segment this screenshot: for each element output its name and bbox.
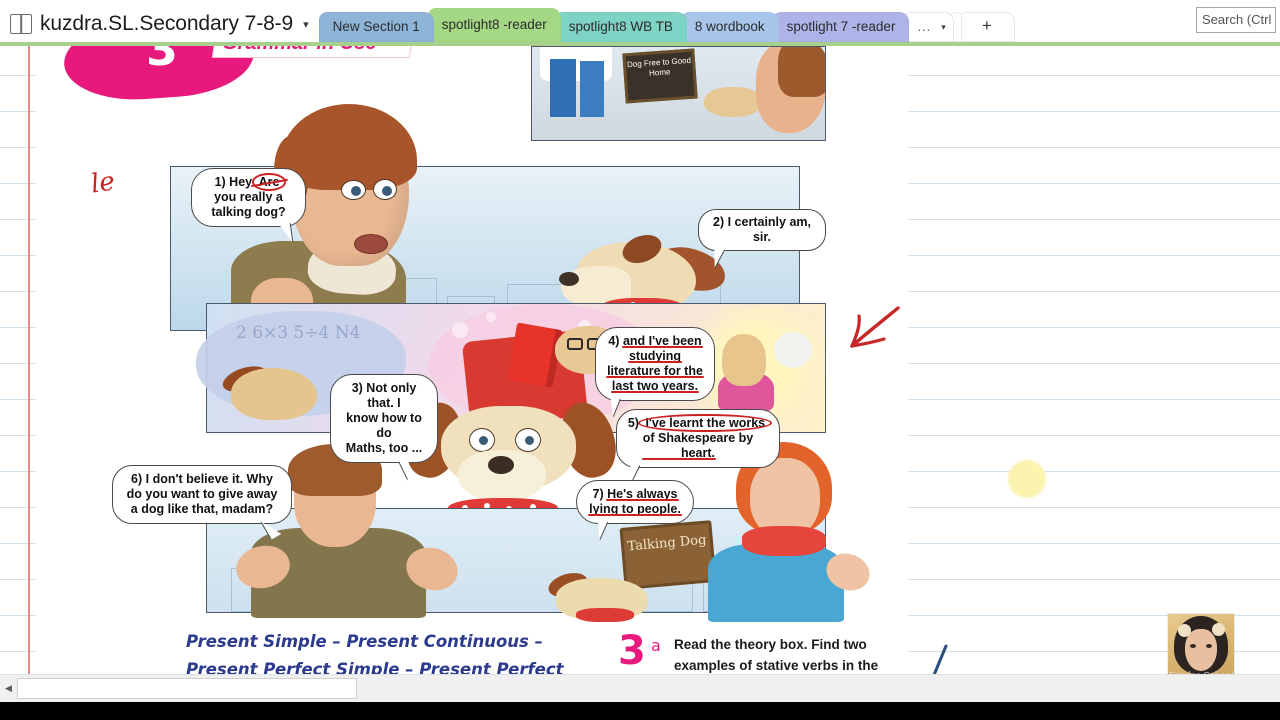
bubble-6-line3: a dog like that, madam?	[130, 502, 274, 516]
boy-pupil-right	[382, 186, 392, 196]
speech-bubble-7: 7) He's always lying to people.	[576, 480, 694, 540]
bubble-3-line3: Maths, too ...	[345, 441, 423, 455]
tab-8-wordbook[interactable]: 8 wordbook	[680, 12, 779, 42]
red-arrow-annotation	[850, 306, 900, 348]
speech-bubble-2: 2) I certainly am, sir.	[698, 209, 826, 268]
exercise-3-letter: a	[651, 636, 661, 655]
bubble-2-num: 2)	[713, 215, 725, 229]
bubble-5-line2: of Shakespeare by heart.	[642, 431, 754, 460]
inset-man-hair	[778, 47, 825, 97]
new-section-button[interactable]: +	[958, 12, 1015, 42]
bubble-7-num: 7)	[592, 487, 604, 501]
comic-panel-inset: Dog Free to Good Home	[531, 46, 826, 141]
inset-sign-board: Dog Free to Good Home	[622, 48, 698, 104]
tab-bar-spacer	[1014, 0, 1196, 42]
bubble-4-line1: and I've been	[622, 334, 702, 348]
textbook-page-image[interactable]: 3 Grammar in Use le	[36, 46, 948, 674]
inset-leg-left	[550, 59, 576, 117]
bubble-6-num: 6)	[131, 472, 143, 486]
inset-leg-right	[580, 61, 604, 117]
notebook-icon	[10, 14, 32, 34]
bubble-4-num: 4)	[608, 334, 620, 348]
exercise-3-number: 3	[618, 628, 646, 674]
skull-prop	[774, 332, 812, 368]
bubble-2-text: I certainly am, sir.	[727, 215, 811, 244]
bubble-4-line4: last two years.	[611, 379, 699, 393]
avatar-eye-left	[1190, 644, 1196, 648]
bubble-5-line1: I've learnt the works	[638, 414, 772, 432]
tab-new-section-1[interactable]: New Section 1	[318, 12, 434, 42]
more-sections-button[interactable]: ... ▾	[903, 12, 954, 42]
bubble-4-line3: literature for the	[607, 364, 703, 378]
page-canvas[interactable]: 3 Grammar in Use le	[0, 46, 1280, 674]
bubble-6-line1: I don't believe it. Why	[145, 472, 273, 486]
bubble-3-num: 3)	[351, 381, 363, 395]
section-tabs: New Section 1 spotlight8 -reader spotlig…	[318, 0, 1015, 42]
speech-bubble-6: 6) I don't believe it. Why do you want t…	[112, 465, 292, 540]
grammar-section-title: Present Simple – Present Continuous – Pr…	[186, 628, 586, 674]
bubble-4-line2: studying	[628, 349, 682, 363]
scroll-left-arrow-icon[interactable]: ◀	[0, 676, 17, 702]
handwritten-note-left: le	[89, 166, 117, 200]
bubble-3-line2: know how to do	[346, 411, 422, 440]
boy-pupil-left	[351, 186, 361, 196]
dog2-maths	[231, 368, 317, 420]
highlight-dot	[1008, 460, 1046, 498]
boy-mouth	[354, 234, 388, 254]
tab-bar: kuzdra.SL.Secondary 7-8-9 ▾ New Section …	[0, 0, 1280, 46]
blue-arrow-annotation	[932, 644, 948, 674]
puppy-actor	[722, 334, 766, 386]
tab-spotlight7-reader[interactable]: spotlight 7 -reader	[772, 12, 910, 42]
bubble-3-line1: Not only that. I	[366, 381, 417, 410]
bubble-6-line2: do you want to give away	[126, 487, 278, 501]
bubble-1-line2: you really a	[214, 190, 283, 204]
avatar[interactable]: Kuzdra School	[1168, 614, 1234, 674]
bigdog-nose	[488, 456, 514, 474]
search-input[interactable]: Search (Ctrl	[1196, 7, 1276, 33]
dog1-nose	[559, 272, 579, 286]
bubble-1-circled-word: Are	[251, 173, 287, 191]
exercise-3-text: Read the theory box. Find two examples o…	[674, 637, 879, 673]
bubble-5-num: 5)	[627, 416, 639, 430]
horizontal-scrollbar[interactable]: ◀	[0, 674, 1280, 702]
avatar-flower-left	[1178, 624, 1191, 637]
unit-number: 3	[146, 46, 179, 76]
talking-dog-sign: Talking Dog	[619, 520, 717, 590]
scrollbar-thumb[interactable]	[17, 678, 357, 699]
bubble-1-num: 1)	[214, 175, 226, 189]
speech-bubble-5: 5) I've learnt the works of Shakespeare …	[616, 409, 780, 483]
speech-bubble-1: 1) Hey Are you really a talking dog?	[191, 168, 306, 244]
inset-dog	[704, 87, 762, 117]
speech-bubble-3: 3) Not only that. I know how to do Maths…	[330, 374, 438, 480]
avatar-eye-right	[1206, 644, 1212, 648]
grammar-section-title-text: Present Simple – Present Continuous – Pr…	[186, 632, 564, 674]
speech-bubble-4: 4) and I've been studying literature for…	[595, 327, 715, 417]
onenote-window: kuzdra.SL.Secondary 7-8-9 ▾ New Section …	[0, 0, 1280, 720]
notebook-title-label: kuzdra.SL.Secondary 7-8-9	[40, 12, 294, 35]
scrollbar-track[interactable]	[357, 676, 1280, 702]
chevron-down-icon: ▾	[941, 22, 946, 32]
more-sections-label: ...	[917, 19, 932, 34]
chevron-down-icon[interactable]: ▾	[303, 18, 309, 31]
letterbox-bar	[0, 702, 1280, 720]
page-margin-line	[28, 46, 30, 674]
avatar-flower-right	[1212, 623, 1225, 636]
bubble-1-line3: talking dog?	[211, 205, 286, 219]
tab-spotlight8-wb-tb[interactable]: spotlight8 WB TB	[554, 12, 687, 42]
bubble-7-line1: He's always	[607, 487, 678, 501]
grammar-banner-label: Grammar in Use	[222, 46, 412, 54]
woman-scarf	[742, 526, 826, 556]
tab-spotlight8-reader[interactable]: spotlight8 -reader	[427, 8, 561, 42]
bubble-7-line2: lying to people.	[589, 502, 681, 516]
notebook-title-button[interactable]: kuzdra.SL.Secondary 7-8-9 ▾	[0, 12, 319, 42]
dog4-collar	[576, 608, 634, 622]
avatar-face	[1185, 629, 1217, 671]
